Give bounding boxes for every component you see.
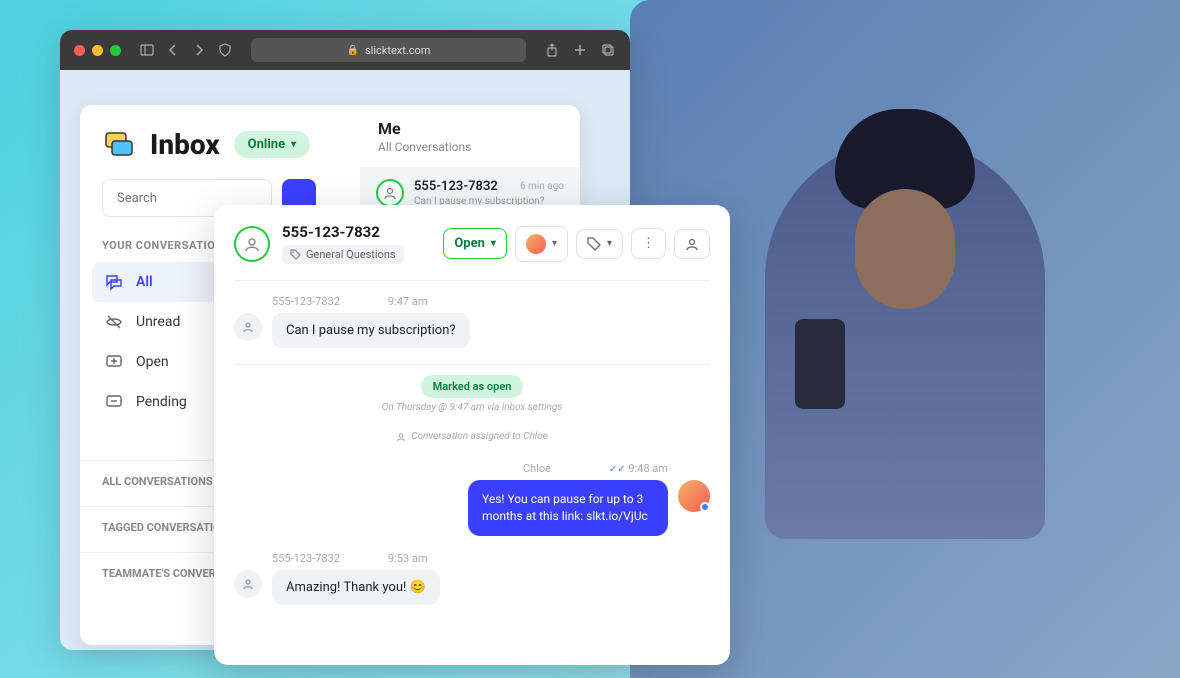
person-illustration bbox=[765, 139, 1045, 539]
person-icon bbox=[396, 432, 406, 442]
maximize-window-icon[interactable] bbox=[110, 45, 121, 56]
incoming-message: 555-123-7832 9:47 am Can I pause my subs… bbox=[234, 295, 710, 348]
outgoing-message: Chloe ✓✓ 9:48 am Yes! You can pause for … bbox=[234, 462, 710, 536]
profile-button[interactable] bbox=[674, 229, 710, 259]
status-chip[interactable]: Online ▾ bbox=[234, 131, 310, 158]
msg-from: 555-123-7832 bbox=[272, 552, 340, 565]
message-bubble: Can I pause my subscription? bbox=[272, 313, 470, 348]
filter-label: Open bbox=[136, 354, 169, 370]
inbox-logo-icon bbox=[102, 127, 136, 161]
chat-panel: 555-123-7832 General Questions Open ▾ ▾ … bbox=[214, 205, 730, 665]
chevron-down-icon: ▾ bbox=[291, 139, 296, 150]
marked-open-pill: Marked as open bbox=[421, 375, 524, 398]
assignment-event: Conversation assigned to Chloe bbox=[234, 431, 710, 442]
person-icon bbox=[685, 237, 699, 251]
status-event: Marked as open bbox=[234, 375, 710, 398]
more-button[interactable]: ⋮ bbox=[631, 228, 666, 259]
msg-from: Chloe bbox=[523, 462, 551, 475]
traffic-lights bbox=[74, 45, 121, 56]
message-plus-icon bbox=[104, 352, 124, 372]
close-window-icon[interactable] bbox=[74, 45, 85, 56]
me-title: Me bbox=[378, 119, 562, 138]
message-bubble: Yes! You can pause for up to 3 months at… bbox=[468, 480, 668, 536]
chevron-down-icon: ▾ bbox=[552, 238, 557, 249]
message-bubble: Amazing! Thank you! 😊 bbox=[272, 570, 440, 605]
person-icon bbox=[234, 570, 262, 598]
event-meta: On Thursday @ 9:47 am via inbox settings bbox=[234, 402, 710, 413]
chevron-down-icon: ▾ bbox=[491, 238, 496, 249]
inbox-title: Inbox bbox=[150, 128, 220, 161]
msg-from: 555-123-7832 bbox=[272, 295, 340, 308]
me-subtitle: All Conversations bbox=[378, 140, 562, 154]
url-text: slicktext.com bbox=[365, 44, 430, 57]
more-vertical-icon: ⋮ bbox=[642, 236, 655, 251]
status-dot-icon bbox=[700, 502, 710, 512]
tabs-icon[interactable] bbox=[600, 42, 616, 58]
avatar bbox=[678, 480, 710, 512]
tag-label: General Questions bbox=[306, 248, 396, 261]
me-header: Me All Conversations bbox=[360, 105, 580, 169]
forward-icon[interactable] bbox=[191, 42, 207, 58]
filter-label: All bbox=[136, 274, 153, 290]
status-label: Online bbox=[248, 137, 285, 152]
person-icon bbox=[376, 179, 404, 207]
status-open-button[interactable]: Open ▾ bbox=[443, 228, 507, 259]
msg-time: 9:48 am bbox=[628, 462, 668, 475]
eye-off-icon bbox=[104, 312, 124, 332]
conversation-number: 555-123-7832 bbox=[414, 179, 498, 194]
browser-toolbar: 🔒 slicktext.com bbox=[60, 30, 630, 70]
message-minus-icon bbox=[104, 392, 124, 412]
avatar bbox=[526, 234, 546, 254]
tag-icon bbox=[290, 249, 301, 260]
filter-label: Unread bbox=[136, 314, 180, 330]
check-icon: ✓✓ bbox=[609, 464, 626, 475]
assignee-button[interactable]: ▾ bbox=[515, 226, 568, 262]
url-bar[interactable]: 🔒 slicktext.com bbox=[251, 38, 526, 62]
filter-label: Pending bbox=[136, 394, 187, 410]
shield-icon[interactable] bbox=[217, 42, 233, 58]
divider bbox=[234, 364, 710, 365]
tag-button[interactable]: ▾ bbox=[576, 229, 623, 259]
incoming-message: 555-123-7832 9:53 am Amazing! Thank you!… bbox=[234, 552, 710, 605]
assigned-text: Conversation assigned to Chloe bbox=[411, 431, 548, 442]
share-icon[interactable] bbox=[544, 42, 560, 58]
tag-icon bbox=[587, 237, 601, 251]
msg-time: 9:47 am bbox=[388, 295, 428, 308]
chat-icon bbox=[104, 272, 124, 292]
open-label: Open bbox=[454, 236, 485, 251]
back-icon[interactable] bbox=[165, 42, 181, 58]
person-icon bbox=[234, 313, 262, 341]
chevron-down-icon: ▾ bbox=[607, 238, 612, 249]
chat-tag[interactable]: General Questions bbox=[282, 245, 404, 264]
minimize-window-icon[interactable] bbox=[92, 45, 103, 56]
msg-time: 9:53 am bbox=[388, 552, 428, 565]
lock-icon: 🔒 bbox=[347, 45, 359, 56]
sidebar-icon[interactable] bbox=[139, 42, 155, 58]
conversation-time: 6 min ago bbox=[520, 181, 564, 192]
chat-number: 555-123-7832 bbox=[282, 223, 431, 241]
new-tab-icon[interactable] bbox=[572, 42, 588, 58]
person-icon bbox=[234, 226, 270, 262]
